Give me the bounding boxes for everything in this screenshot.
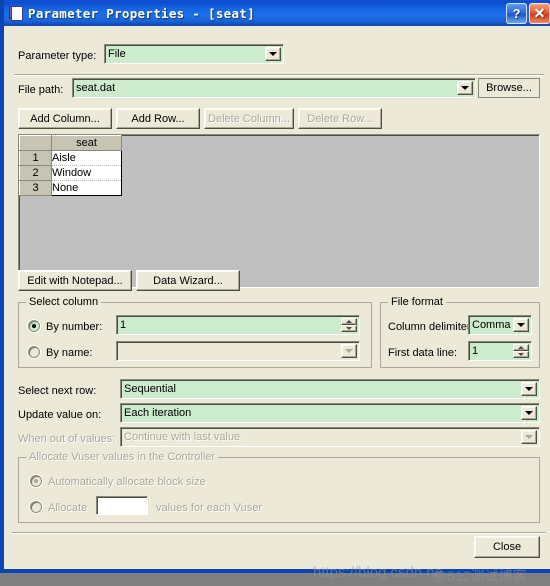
file-path-label: File path: — [18, 84, 64, 96]
close-icon[interactable]: ✕ — [529, 2, 550, 24]
allocate-value-input — [96, 496, 148, 515]
auto-allocate-radio — [30, 475, 42, 487]
dialog-client-area: Parameter type: File File path: seat.dat… — [8, 26, 550, 584]
parameter-type-label: Parameter type: — [18, 50, 97, 62]
when-out-of-values-value: Continue with last value — [124, 431, 241, 443]
first-data-line-value: 1 — [472, 345, 479, 357]
grid-column-header[interactable]: seat — [51, 135, 122, 151]
watermark-text-secondary: @512测试博客 — [433, 568, 527, 584]
spinner-up-icon[interactable] — [513, 344, 529, 351]
select-next-row-value: Sequential — [124, 383, 176, 395]
column-delimiter-label: Column delimiter: — [388, 321, 474, 333]
allocate-vuser-title: Allocate Vuser values in the Controller — [26, 451, 219, 463]
spinner-down-icon[interactable] — [513, 351, 529, 358]
auto-allocate-label: Automatically allocate block size — [48, 476, 206, 488]
edit-with-notepad-button[interactable]: Edit with Notepad... — [18, 270, 132, 291]
grid-cell[interactable]: None — [51, 180, 122, 196]
delete-row-button: Delete Row... — [298, 108, 382, 129]
add-row-button[interactable]: Add Row... — [116, 108, 200, 129]
select-column-title: Select column — [26, 296, 102, 308]
delete-column-button: Delete Column... — [204, 108, 294, 129]
column-delimiter-combo[interactable]: Comma — [468, 315, 532, 335]
close-button[interactable]: Close — [474, 536, 540, 558]
update-value-on-combo[interactable]: Each iteration — [120, 403, 540, 423]
update-value-on-label: Update value on: — [18, 409, 102, 421]
parameter-type-value: File — [108, 48, 126, 60]
grid-table: seat 1 Aisle 2 Window 3 None — [19, 135, 122, 196]
grid-cell[interactable]: Window — [51, 165, 122, 181]
help-button[interactable]: ? — [506, 2, 527, 24]
spinner-arrows[interactable] — [513, 344, 529, 358]
grid-corner-cell[interactable] — [19, 135, 52, 151]
table-row[interactable]: 1 Aisle — [19, 150, 122, 166]
by-name-radio[interactable] — [28, 346, 40, 358]
by-name-value — [120, 342, 339, 360]
chevron-down-icon[interactable] — [521, 382, 537, 396]
update-value-on-value: Each iteration — [124, 407, 192, 419]
by-number-value: 1 — [120, 319, 127, 331]
add-column-button[interactable]: Add Column... — [18, 108, 112, 129]
grid-header-row: seat — [19, 135, 122, 151]
parameter-properties-dialog: Parameter Properties - [seat] ? ✕ Parame… — [0, 0, 550, 584]
chevron-down-icon[interactable] — [521, 406, 537, 420]
chevron-down-icon[interactable] — [265, 47, 281, 61]
chevron-down-icon[interactable] — [513, 318, 529, 332]
first-data-line-label: First data line: — [388, 347, 458, 359]
window-title: Parameter Properties - [seat] — [28, 5, 255, 21]
by-number-spinner[interactable]: 1 — [116, 315, 360, 335]
chevron-down-icon — [521, 430, 537, 444]
chevron-down-icon — [341, 344, 357, 358]
chevron-down-icon[interactable] — [457, 81, 473, 95]
row-number[interactable]: 3 — [19, 180, 52, 196]
by-number-label: By number: — [46, 321, 103, 333]
caption-buttons: ? ✕ — [506, 2, 550, 24]
file-path-value: seat.dat — [76, 82, 116, 94]
row-number[interactable]: 1 — [19, 150, 52, 166]
row-number[interactable]: 2 — [19, 165, 52, 181]
browse-button[interactable]: Browse... — [478, 78, 540, 98]
when-out-of-values-label: When out of values: — [18, 433, 116, 445]
by-name-combo — [116, 341, 360, 361]
parameter-data-grid[interactable]: seat 1 Aisle 2 Window 3 None — [18, 134, 540, 288]
select-next-row-label: Select next row: — [18, 385, 97, 397]
first-data-line-spinner[interactable]: 1 — [468, 341, 532, 361]
manual-allocate-suffix: values for each Vuser — [156, 502, 262, 514]
divider-top — [14, 74, 544, 76]
table-row[interactable]: 2 Window — [19, 165, 122, 181]
when-out-of-values-combo: Continue with last value — [120, 427, 540, 447]
spinner-down-icon[interactable] — [341, 325, 357, 332]
parameter-type-combo[interactable]: File — [104, 44, 284, 64]
by-name-label: By name: — [46, 347, 93, 359]
title-bar[interactable]: Parameter Properties - [seat] ? ✕ — [4, 0, 550, 26]
by-number-radio[interactable] — [28, 320, 40, 332]
data-wizard-button[interactable]: Data Wizard... — [136, 270, 240, 291]
grid-cell[interactable]: Aisle — [51, 150, 122, 166]
manual-allocate-prefix: Allocate — [48, 502, 88, 514]
column-delimiter-value: Comma — [472, 319, 511, 331]
file-path-combo[interactable]: seat.dat — [72, 78, 476, 98]
table-row[interactable]: 3 None — [19, 180, 122, 196]
spinner-arrows[interactable] — [341, 318, 357, 332]
select-next-row-combo[interactable]: Sequential — [120, 379, 540, 399]
divider-footer — [12, 532, 546, 534]
file-format-title: File format — [388, 296, 446, 308]
spinner-up-icon[interactable] — [341, 318, 357, 325]
manual-allocate-radio — [30, 501, 42, 513]
document-icon — [8, 5, 24, 21]
